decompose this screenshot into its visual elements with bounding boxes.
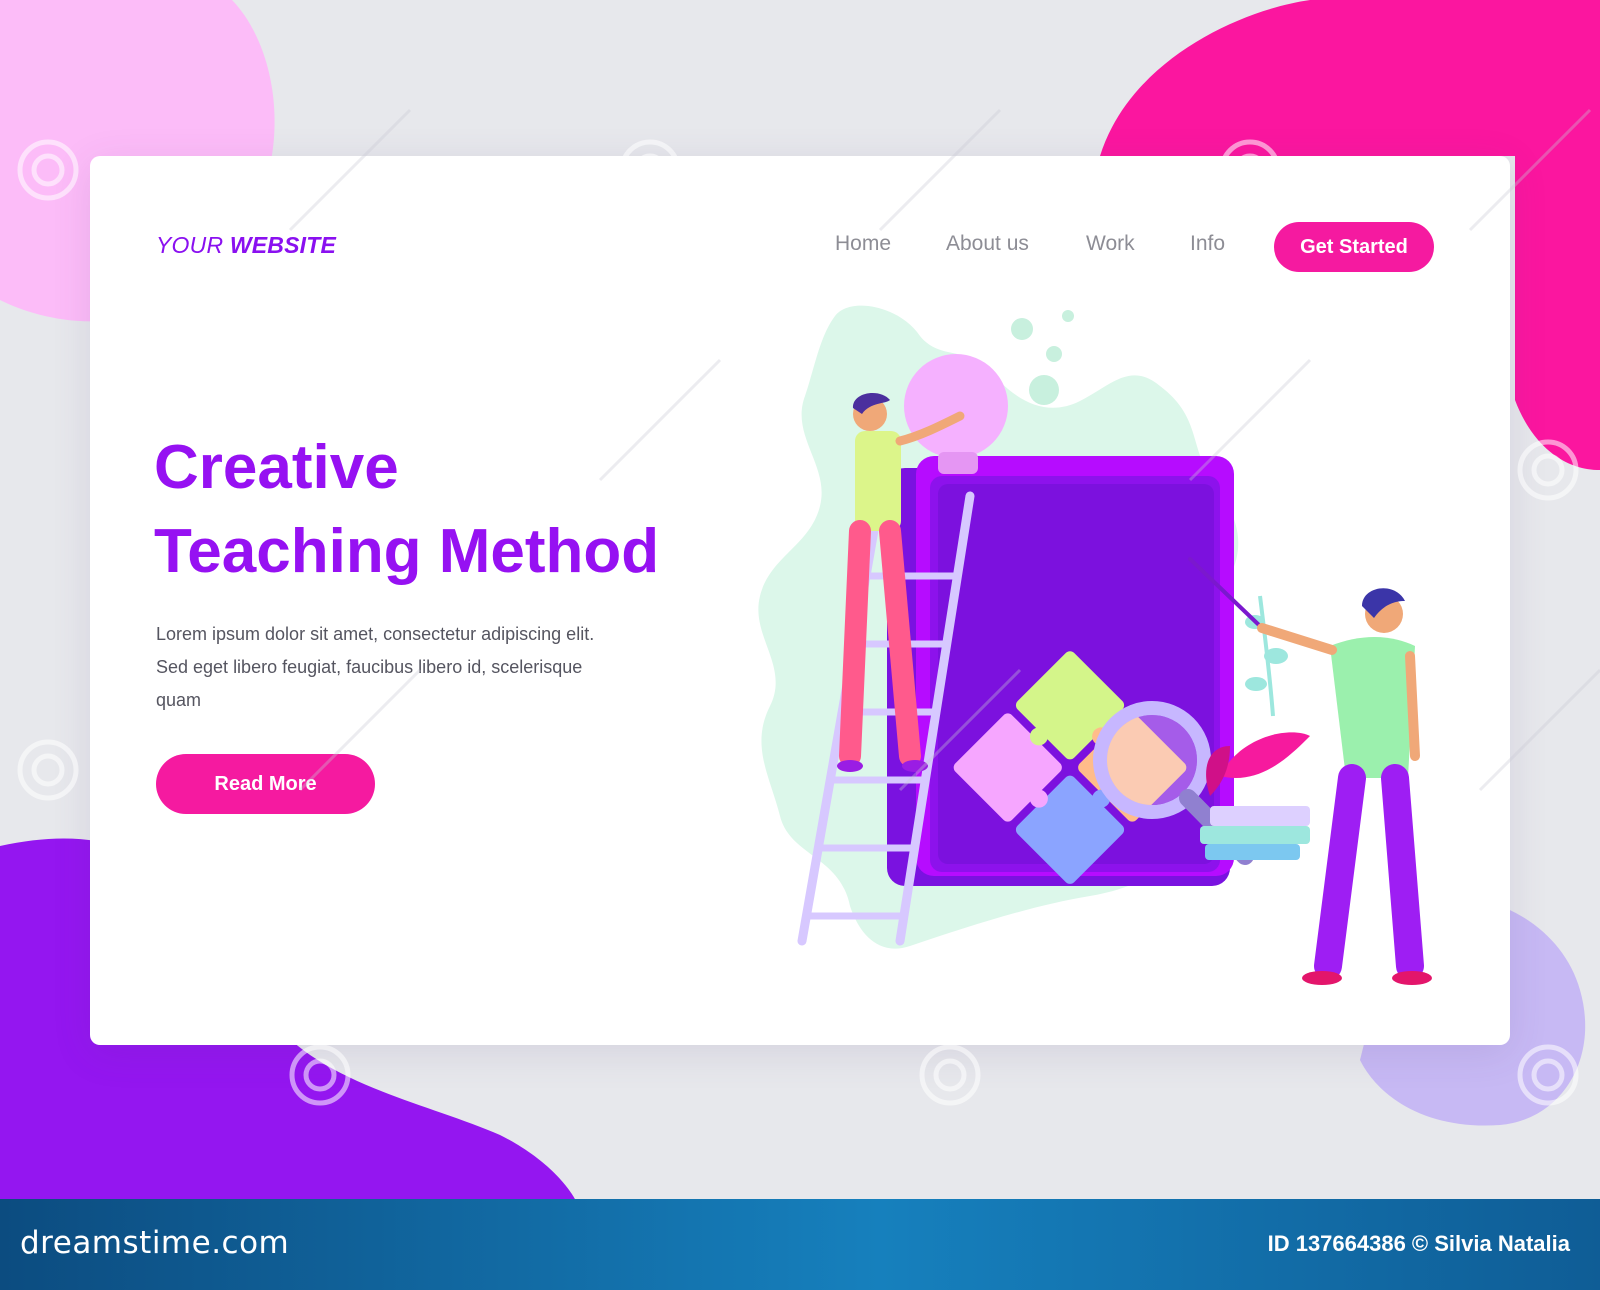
landing-page-card: YOUR WEBSITE Home About us Work Info Get… xyxy=(90,156,1510,1045)
teaching-illustration xyxy=(758,305,1432,985)
footer-credit: ID 137664386 © Silvia Natalia xyxy=(1267,1231,1570,1256)
footer-site-logo: dreamstime.com xyxy=(20,1225,290,1261)
stock-footer-bar: dreamstime.com ID 137664386 © Silvia Nat… xyxy=(0,1199,1600,1290)
